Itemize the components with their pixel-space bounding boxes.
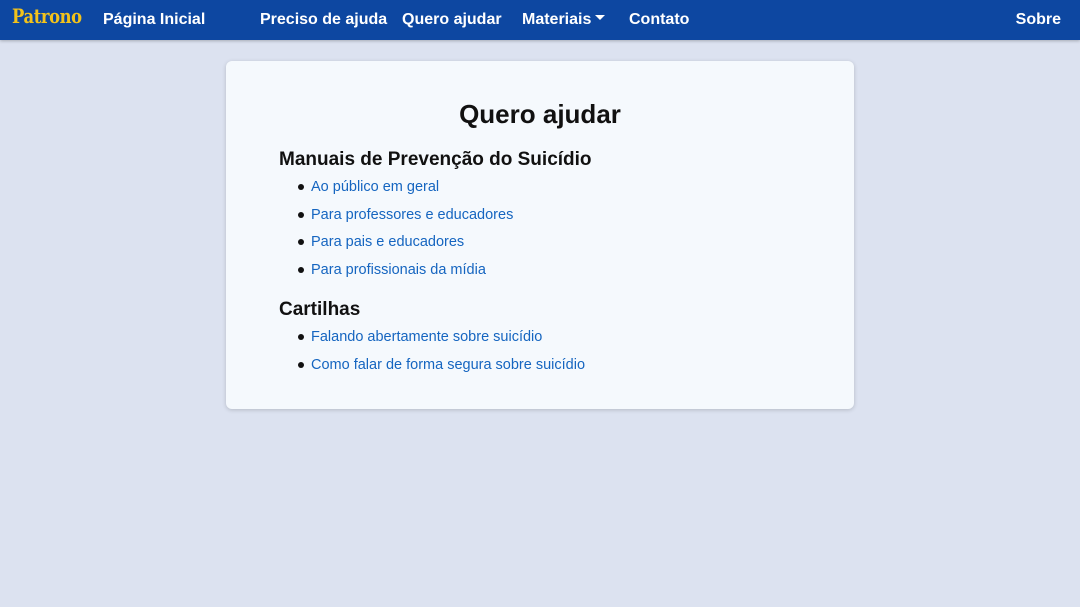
nav-about-link[interactable]: Sobre bbox=[1016, 10, 1061, 30]
brand-logo[interactable]: Patrono bbox=[12, 4, 82, 28]
list-item: Para profissionais da mídia bbox=[279, 259, 513, 287]
nav-home-link[interactable]: Página Inicial bbox=[103, 10, 205, 30]
list-item: Falando abertamente sobre suicídio bbox=[279, 326, 585, 354]
caret-down-icon bbox=[595, 15, 606, 21]
bullet-icon bbox=[298, 334, 304, 340]
manual-media-link[interactable]: Para profissionais da mídia bbox=[311, 262, 486, 278]
booklets-link-list: Falando abertamente sobre suicídio Como … bbox=[279, 326, 585, 381]
bullet-icon bbox=[298, 361, 304, 368]
content-card: Quero ajudar Manuais de Prevenção do Sui… bbox=[226, 61, 854, 409]
list-item: Para professores e educadores bbox=[279, 204, 513, 232]
section-title-manuals: Manuais de Prevenção do Suicídio bbox=[279, 149, 592, 170]
list-item: Como falar de forma segura sobre suicídi… bbox=[279, 354, 585, 382]
list-item: Para pais e educadores bbox=[279, 231, 513, 259]
bullet-icon bbox=[298, 266, 304, 273]
manuals-link-list: Ao público em geral Para professores e e… bbox=[279, 176, 513, 286]
nav-want-help-link[interactable]: Quero ajudar bbox=[402, 10, 502, 30]
booklet-talking-openly-link[interactable]: Falando abertamente sobre suicídio bbox=[311, 329, 542, 345]
nav-need-help-link[interactable]: Preciso de ajuda bbox=[260, 10, 387, 30]
manual-general-public-link[interactable]: Ao público em geral bbox=[311, 179, 439, 195]
manual-parents-link[interactable]: Para pais e educadores bbox=[311, 234, 464, 250]
page-title: Quero ajudar bbox=[459, 99, 621, 129]
nav-materials-dropdown[interactable]: Materiais bbox=[522, 10, 606, 30]
list-item: Ao público em geral bbox=[279, 176, 513, 204]
manual-teachers-link[interactable]: Para professores e educadores bbox=[311, 207, 513, 223]
bullet-icon bbox=[298, 211, 304, 218]
section-title-booklets: Cartilhas bbox=[279, 299, 361, 320]
nav-materials-label: Materiais bbox=[522, 11, 592, 28]
top-navbar: Patrono Página Inicial Preciso de ajuda … bbox=[0, 0, 1080, 40]
bullet-icon bbox=[298, 184, 304, 190]
nav-contact-link[interactable]: Contato bbox=[629, 10, 689, 30]
bullet-icon bbox=[298, 239, 304, 245]
booklet-talk-safely-link[interactable]: Como falar de forma segura sobre suicídi… bbox=[311, 357, 585, 373]
